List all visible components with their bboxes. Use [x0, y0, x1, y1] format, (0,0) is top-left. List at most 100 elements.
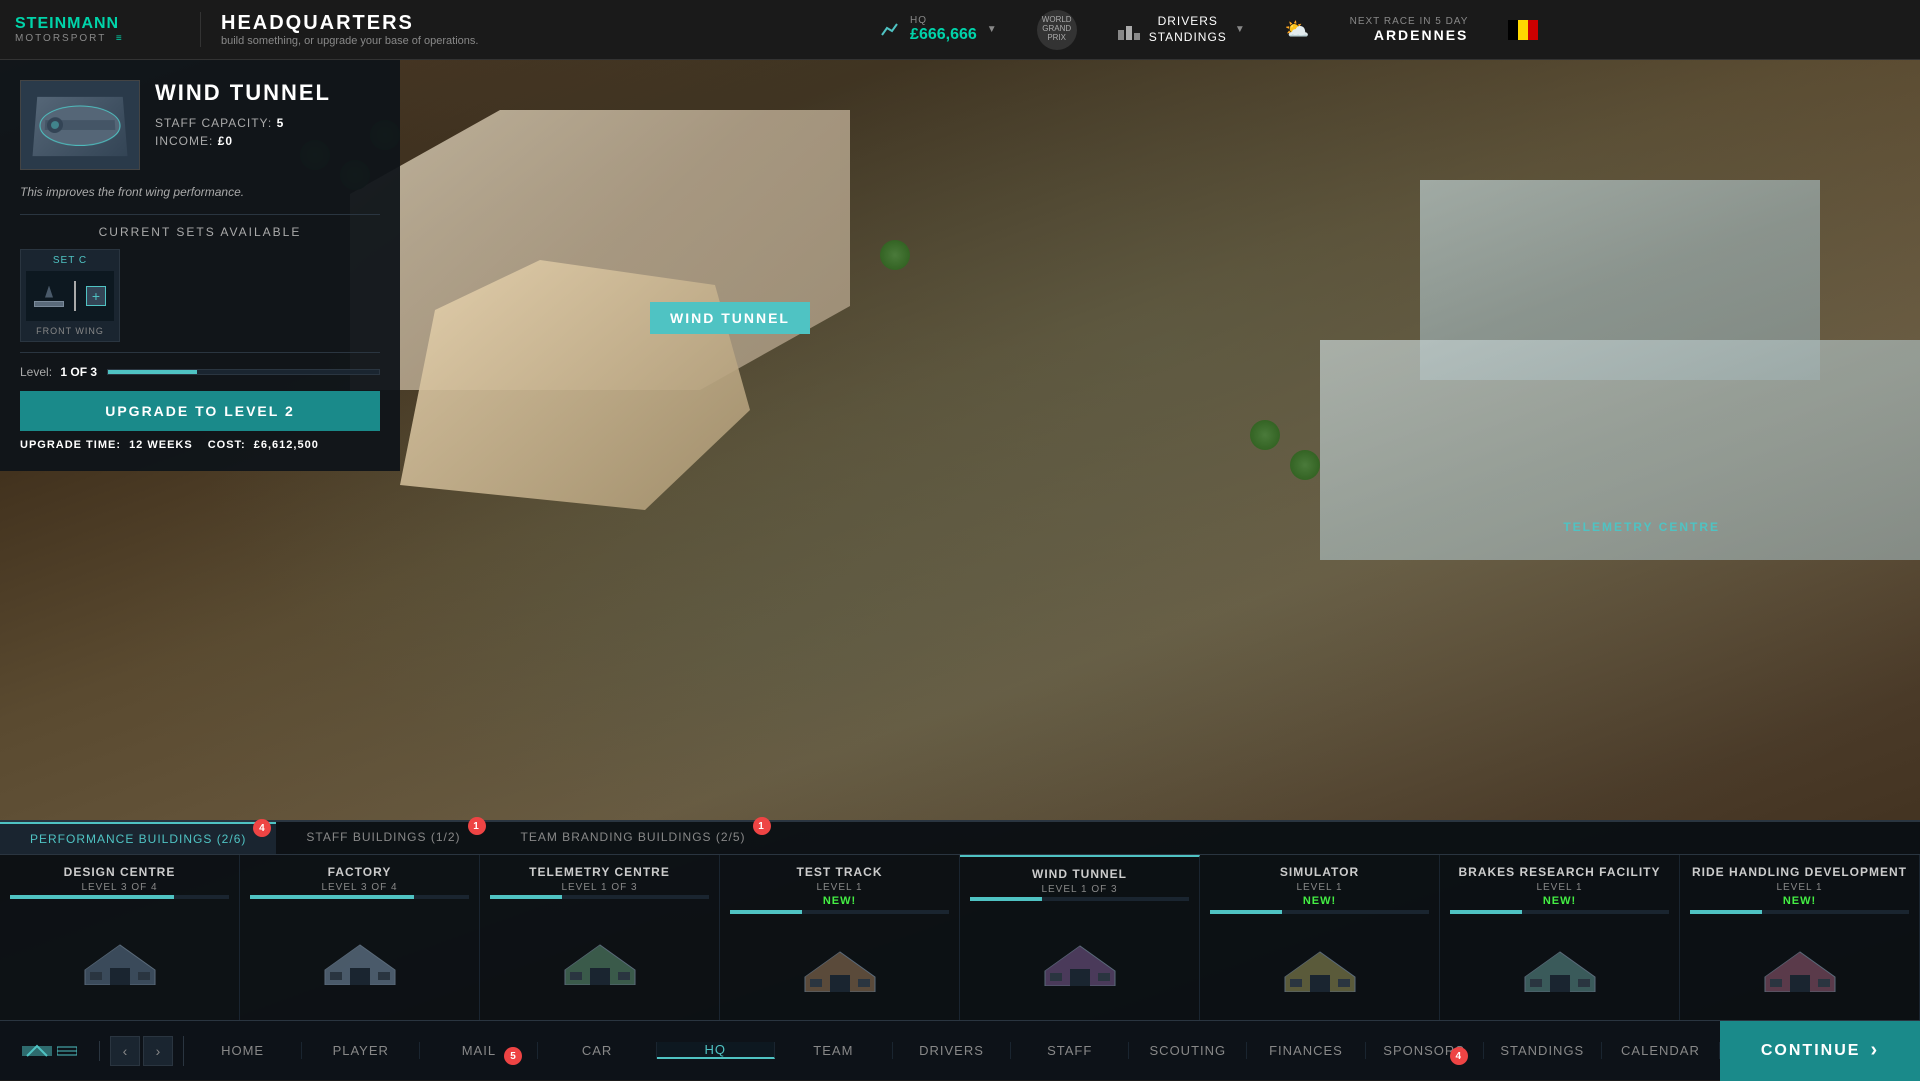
- building-card-telemetry-centre[interactable]: Telemetry Centre LEVEL 1 OF 3: [480, 855, 720, 1020]
- drivers-standings-label: DRIVERSSTANDINGS: [1149, 14, 1227, 45]
- continue-button[interactable]: Continue ›: [1720, 1021, 1920, 1081]
- podium-icon: [1117, 18, 1141, 42]
- header: STEINMANN MOTORSPORT ≡ HEADQUARTERS buil…: [0, 0, 1920, 60]
- level-progress-bar: [107, 369, 380, 375]
- building-card-level: LEVEL 3 OF 4: [81, 882, 157, 893]
- building-card-level: LEVEL 3 OF 4: [321, 882, 397, 893]
- nav-item-scouting[interactable]: Scouting: [1129, 1042, 1247, 1059]
- set-c-card[interactable]: SET C + FRONT WING: [20, 249, 120, 342]
- wing-part-left: [45, 286, 53, 298]
- level-prefix: Level:: [20, 365, 52, 379]
- nav-item-car[interactable]: Car: [538, 1042, 656, 1059]
- nav-item-player[interactable]: Player: [302, 1042, 420, 1059]
- world-grand-prix-badge[interactable]: WORLDGRANDPRIX: [1037, 10, 1077, 50]
- tab-branding-label: TEAM BRANDING BUILDINGS (2/5): [521, 830, 746, 844]
- building-card-level: LEVEL 1 OF 3: [1041, 884, 1117, 895]
- logo-name: STEINMANN: [15, 15, 124, 33]
- building-thumbnail: [20, 80, 140, 170]
- staff-capacity-value: 5: [277, 116, 285, 130]
- continue-arrow-icon: ›: [1870, 1039, 1879, 1062]
- buildings-row: Design Centre LEVEL 3 OF 4 Factory LEVEL…: [0, 855, 1920, 1020]
- nav-item-home[interactable]: Home: [184, 1042, 302, 1059]
- building-card-progress: [10, 895, 229, 899]
- building-card-name: Ride Handling Development: [1692, 865, 1907, 879]
- tab-team-branding[interactable]: TEAM BRANDING BUILDINGS (2/5) 1: [491, 822, 776, 854]
- cost-value: £6,612,500: [254, 439, 319, 451]
- nav-prev-arrow[interactable]: ‹: [110, 1036, 140, 1066]
- wing-main: [34, 301, 64, 307]
- building-card-name: Test Track: [797, 865, 883, 879]
- building-card-wind-tunnel[interactable]: Wind Tunnel LEVEL 1 OF 3: [960, 855, 1200, 1020]
- nav-next-arrow[interactable]: ›: [143, 1036, 173, 1066]
- building-card-progress-fill: [10, 895, 174, 899]
- building-card-progress: [490, 895, 709, 899]
- logo-sub: MOTORSPORT ≡: [15, 33, 124, 44]
- nav-item-mail[interactable]: Mail5: [420, 1042, 538, 1059]
- building-card-image: [1210, 919, 1429, 1010]
- level-label: Level: 1 OF 3: [20, 365, 97, 379]
- building-card-level: LEVEL 1: [1536, 882, 1582, 893]
- drivers-standings-button[interactable]: DRIVERSSTANDINGS ▼: [1117, 14, 1245, 45]
- building-card-ride-handling-development[interactable]: Ride Handling Development LEVEL 1 NEW!: [1680, 855, 1920, 1020]
- set-c-label: SET C: [26, 255, 114, 266]
- tab-staff-buildings[interactable]: STAFF BUILDINGS (1/2) 1: [276, 822, 490, 854]
- building-card-image: [970, 906, 1189, 1010]
- level-area: Level: 1 OF 3: [20, 365, 380, 379]
- building-card-level: LEVEL 1: [816, 882, 862, 893]
- staff-capacity-line: STAFF CAPACITY: 5: [155, 116, 331, 130]
- building-svg: [560, 930, 640, 985]
- building-card-name: Design Centre: [64, 865, 176, 879]
- tab-performance-buildings[interactable]: PERFORMANCE BUILDINGS (2/6) 4: [0, 822, 276, 854]
- building-svg: [1280, 937, 1360, 992]
- nav-item-standings[interactable]: Standings: [1484, 1042, 1602, 1059]
- left-panel: WIND TUNNEL STAFF CAPACITY: 5 INCOME: £0…: [0, 60, 400, 471]
- wind-tunnel-icon: [33, 97, 128, 156]
- nav-item-team[interactable]: Team: [775, 1042, 893, 1059]
- building-card-level: LEVEL 1: [1776, 882, 1822, 893]
- building-card-progress-fill: [490, 895, 562, 899]
- upgrade-button[interactable]: UPGRADE TO LEVEL 2: [20, 391, 380, 431]
- nav-item-drivers[interactable]: Drivers: [893, 1042, 1011, 1059]
- building-card-brakes-research-facility[interactable]: Brakes Research Facility LEVEL 1 NEW!: [1440, 855, 1680, 1020]
- building-card-name: Factory: [328, 865, 392, 879]
- building-card-test-track[interactable]: Test Track LEVEL 1 NEW!: [720, 855, 960, 1020]
- divider-2: [20, 352, 380, 353]
- front-wing-label: FRONT WING: [26, 326, 114, 336]
- building-card-name: Simulator: [1280, 865, 1359, 879]
- nav-item-calendar[interactable]: Calendar: [1602, 1042, 1720, 1059]
- building-card-progress-fill: [1450, 910, 1522, 914]
- tree: [1290, 450, 1320, 480]
- nav-item-finances[interactable]: Finances: [1247, 1042, 1365, 1059]
- separator: [74, 281, 76, 311]
- nav-item-hq[interactable]: HQ: [657, 1042, 775, 1059]
- building-card-new: NEW!: [823, 895, 856, 907]
- upgrade-cost: COST: £6,612,500: [208, 439, 319, 451]
- building-card-simulator[interactable]: Simulator LEVEL 1 NEW!: [1200, 855, 1440, 1020]
- building-card-image: [1690, 919, 1909, 1010]
- building-info: WIND TUNNEL STAFF CAPACITY: 5 INCOME: £0: [155, 80, 331, 170]
- building-card-factory[interactable]: Factory LEVEL 3 OF 4: [240, 855, 480, 1020]
- hq-balance-area[interactable]: HQ £666,666 ▼: [880, 15, 997, 44]
- nav-badge-sponsors: 4: [1450, 1047, 1468, 1065]
- building-card-image: [730, 919, 949, 1010]
- level-value: 1 OF 3: [60, 365, 97, 379]
- page-subtitle: build something, or upgrade your base of…: [221, 35, 478, 47]
- building-description: This improves the front wing performance…: [20, 185, 380, 199]
- header-title-area: HEADQUARTERS build something, or upgrade…: [200, 12, 498, 47]
- nav-item-sponsors[interactable]: Sponsors4: [1366, 1042, 1484, 1059]
- world-icon: WORLDGRANDPRIX: [1037, 10, 1077, 50]
- building-card-image: [1450, 919, 1669, 1010]
- chart-icon: [880, 20, 900, 40]
- upgrade-details: UPGRADE TIME: 12 WEEKS COST: £6,612,500: [20, 439, 380, 451]
- nav-logo: [0, 1041, 100, 1061]
- staff-badge: 1: [468, 817, 486, 835]
- building-card-progress: [1450, 910, 1669, 914]
- building-card-name: Wind Tunnel: [1032, 867, 1127, 881]
- nav-item-staff[interactable]: Staff: [1011, 1042, 1129, 1059]
- building-card-design-centre[interactable]: Design Centre LEVEL 3 OF 4: [0, 855, 240, 1020]
- nav-arrows: ‹ ›: [100, 1036, 184, 1066]
- logo-area: STEINMANN MOTORSPORT ≡: [0, 15, 200, 44]
- wind-tunnel-map-label[interactable]: WIND TUNNEL: [650, 302, 810, 334]
- building-thumb-image: [33, 97, 128, 156]
- staff-capacity-label: STAFF CAPACITY:: [155, 116, 272, 130]
